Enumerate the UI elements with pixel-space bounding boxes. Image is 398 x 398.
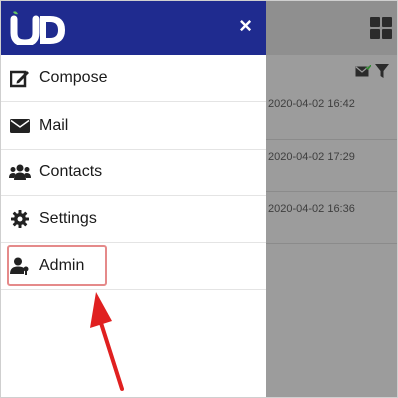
mail-timestamp: 2020-04-02 16:36 bbox=[268, 203, 355, 215]
screenshot-frame: 2020-04-02 16:42 2020-04-02 17:29 2020-0… bbox=[0, 0, 398, 398]
row-divider bbox=[266, 139, 397, 140]
row-divider bbox=[266, 243, 397, 244]
filter-icon[interactable] bbox=[375, 63, 389, 79]
envelope-check-icon[interactable] bbox=[355, 65, 371, 77]
grid-icon[interactable] bbox=[370, 17, 392, 39]
app-toolbar bbox=[266, 1, 397, 55]
mail-timestamp: 2020-04-02 16:42 bbox=[268, 98, 355, 110]
row-divider bbox=[266, 191, 397, 192]
pointer-arrow bbox=[90, 292, 124, 391]
mail-timestamp: 2020-04-02 17:29 bbox=[268, 151, 355, 163]
mail-list-area: 2020-04-02 16:42 2020-04-02 17:29 2020-0… bbox=[266, 1, 397, 397]
side-drawer: × Compose Mail Contacts Settings Admin bbox=[1, 1, 266, 397]
